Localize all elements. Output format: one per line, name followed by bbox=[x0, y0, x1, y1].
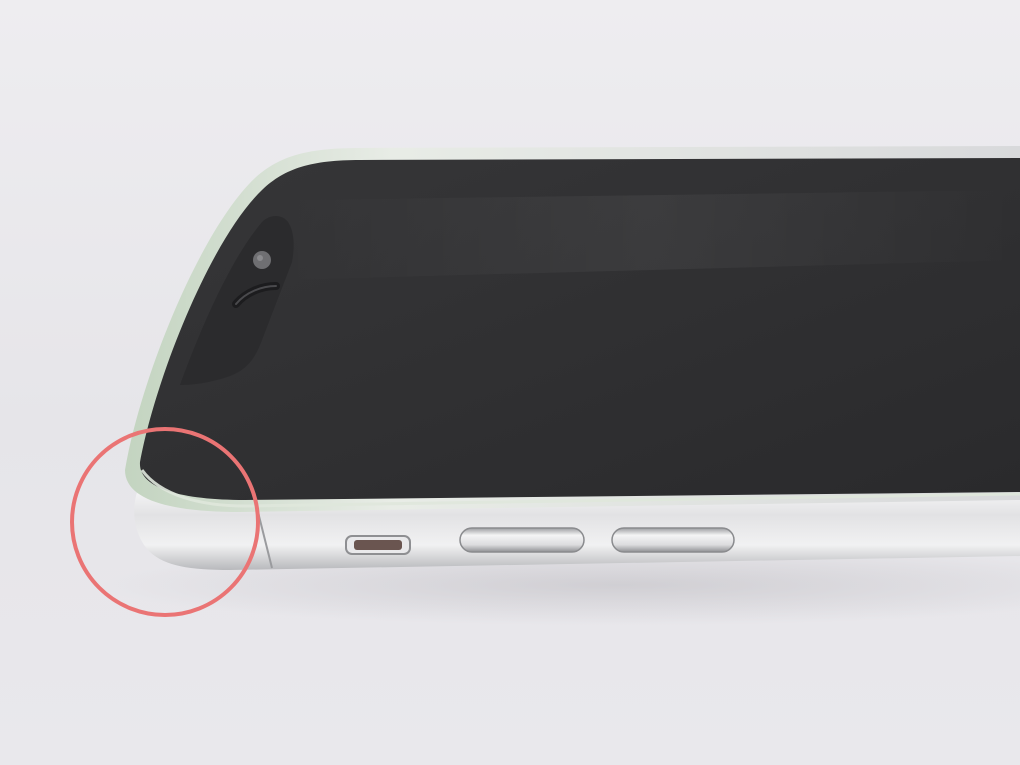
camera-lens-glint bbox=[257, 255, 263, 261]
phone-photo bbox=[0, 0, 1020, 765]
mute-switch-slot bbox=[354, 540, 402, 550]
volume-up-button bbox=[459, 527, 585, 553]
photo-scene bbox=[0, 0, 1020, 765]
volume-down-button bbox=[611, 527, 735, 553]
